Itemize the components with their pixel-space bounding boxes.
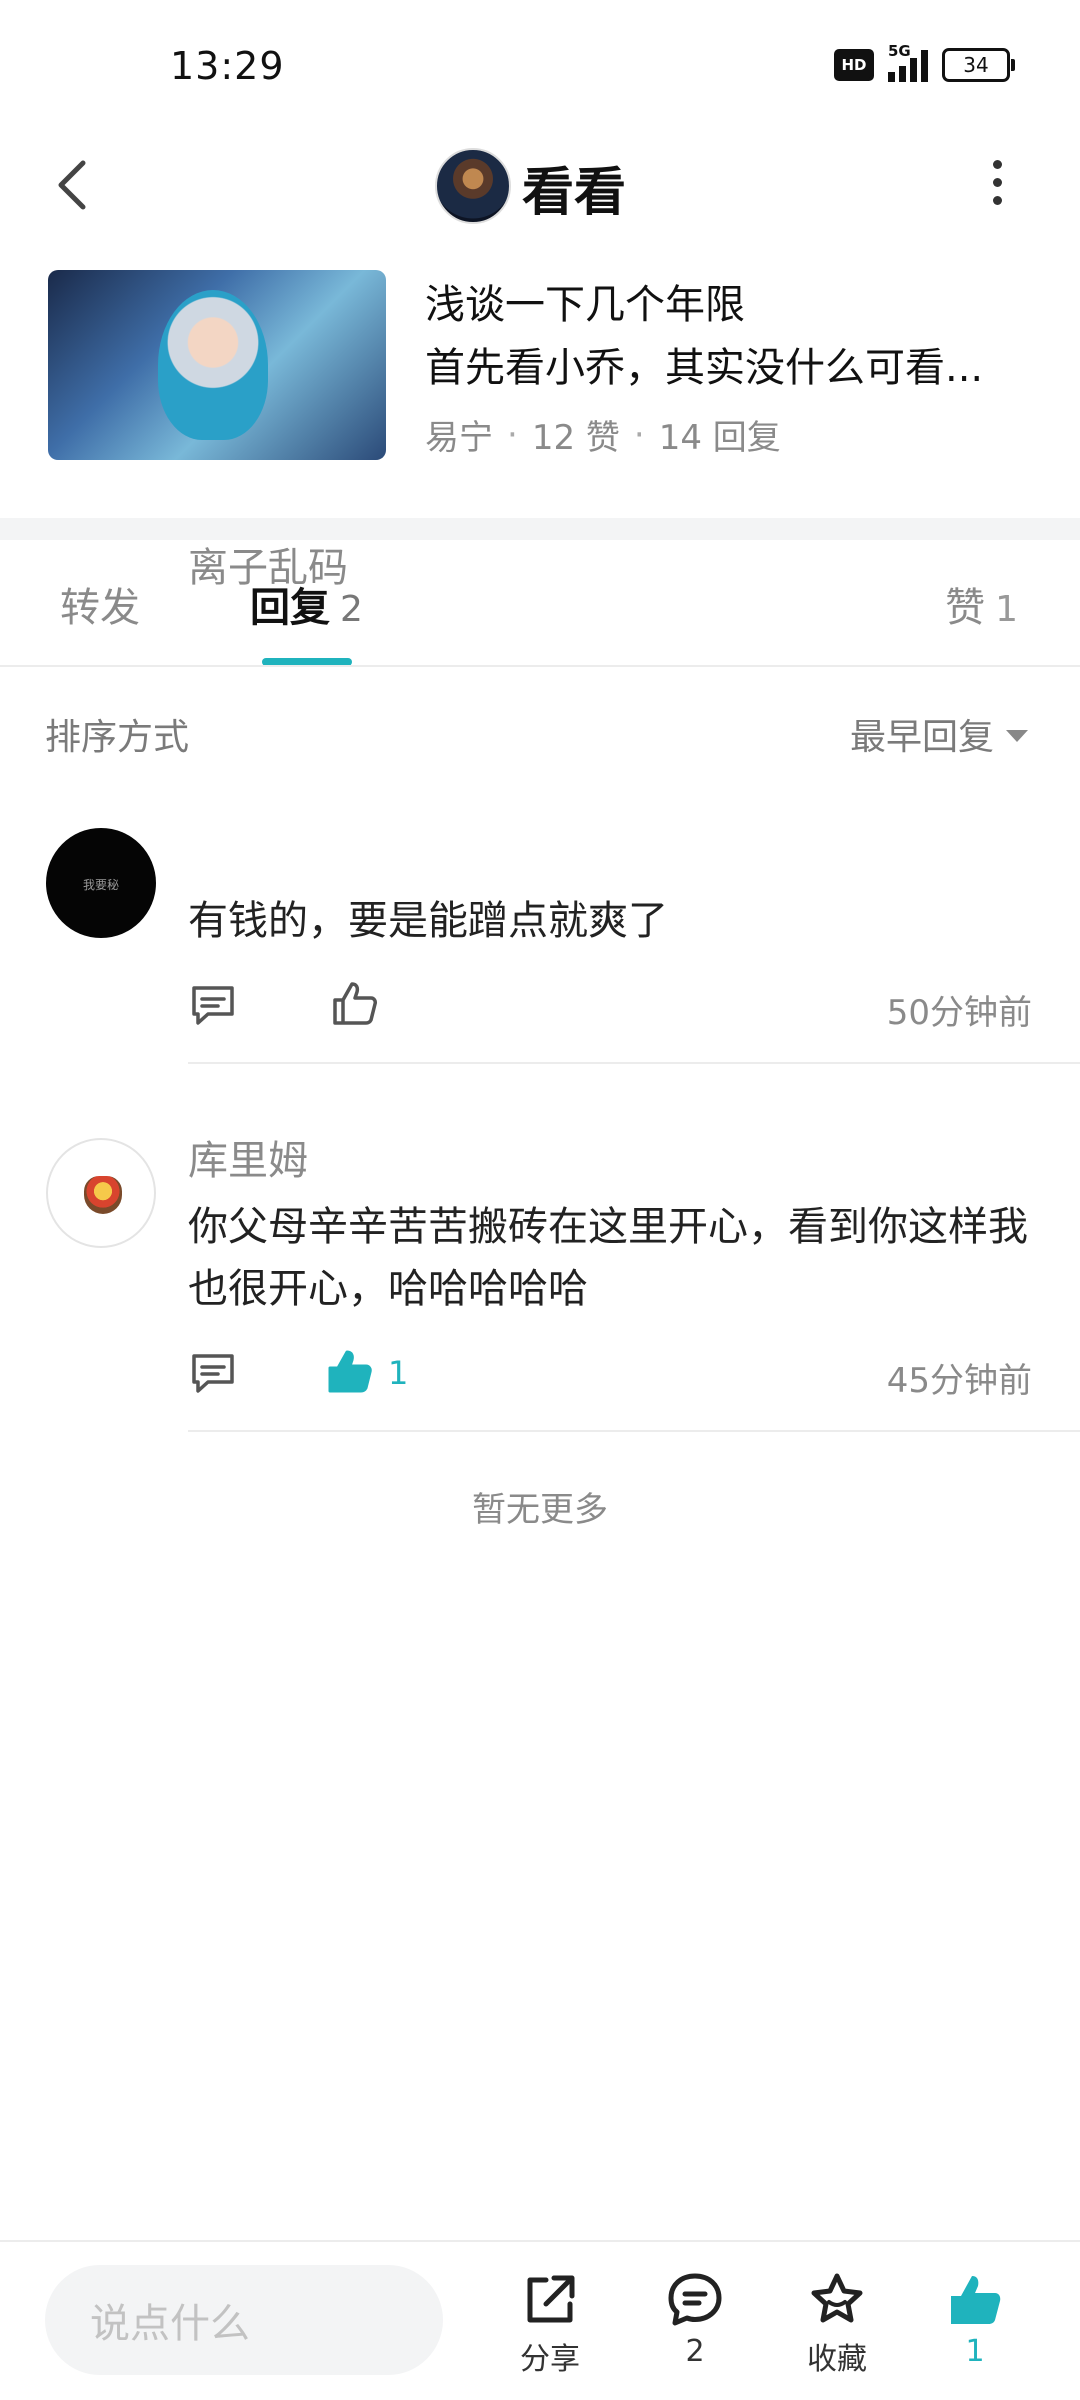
thumbs-up-icon bbox=[328, 1350, 372, 1393]
hd-icon: HD bbox=[834, 49, 874, 81]
sort-value: 最早回复 bbox=[849, 717, 994, 758]
avatar[interactable] bbox=[46, 1138, 156, 1248]
avatar[interactable]: 我要秘 bbox=[46, 828, 156, 938]
thumbs-up-icon bbox=[333, 982, 377, 1025]
comment-divider bbox=[188, 1430, 1080, 1432]
favorite-button[interactable]: 收藏 bbox=[782, 2270, 892, 2378]
post-thumbnail[interactable] bbox=[48, 270, 386, 460]
comments-count: 2 bbox=[685, 2334, 705, 2369]
sort-dropdown[interactable]: 最早回复 bbox=[850, 708, 1028, 760]
no-more-text: 暂无更多 bbox=[472, 1490, 608, 1530]
comment-author[interactable]: 离子乱码 bbox=[188, 535, 348, 593]
status-icons: HD 5G 34 bbox=[834, 42, 1015, 82]
tab-like-count: 1 bbox=[995, 589, 1018, 630]
post-replies: 14 回复 bbox=[658, 418, 781, 458]
signal-icon: 5G bbox=[888, 42, 928, 82]
comment-text: 有钱的，要是能蹭点就爽了 bbox=[188, 898, 668, 944]
section-divider bbox=[0, 518, 1080, 540]
network-type: 5G bbox=[888, 42, 911, 60]
favorite-label: 收藏 bbox=[807, 2342, 867, 2377]
battery-icon: 34 bbox=[942, 48, 1015, 82]
comment-time: 50分钟前 bbox=[886, 993, 1032, 1033]
comment-like-count: 1 bbox=[388, 1354, 409, 1392]
reply-button[interactable] bbox=[188, 1348, 238, 1398]
post-title[interactable]: 浅谈一下几个年限 bbox=[425, 272, 745, 330]
comment-divider bbox=[188, 1062, 1080, 1064]
tab-like[interactable]: 赞1 bbox=[945, 575, 1018, 633]
meta-separator: · bbox=[507, 414, 518, 455]
page-title: 看看 bbox=[522, 163, 627, 223]
post-like-button[interactable]: 1 bbox=[920, 2270, 1030, 2369]
group-avatar[interactable] bbox=[435, 148, 511, 224]
comment-text: 你父母辛辛苦苦搬砖在这里开心，看到你这样我也很开心，哈哈哈哈哈 bbox=[188, 1204, 1028, 1312]
tab-forward[interactable]: 转发 bbox=[60, 575, 140, 633]
share-button[interactable]: 分享 bbox=[495, 2270, 605, 2378]
tab-like-label: 赞 bbox=[945, 585, 986, 631]
tab-reply-count: 2 bbox=[340, 589, 363, 630]
status-time: 13:29 bbox=[170, 44, 285, 88]
comment-input[interactable]: 说点什么 bbox=[45, 2265, 443, 2375]
more-button[interactable] bbox=[985, 160, 1009, 210]
reply-button[interactable] bbox=[188, 980, 238, 1030]
post-author: 易宁 bbox=[425, 418, 493, 458]
comment-author[interactable]: 库里姆 bbox=[188, 1128, 308, 1186]
star-icon bbox=[811, 2273, 863, 2323]
caret-down-icon bbox=[1006, 730, 1028, 742]
tabs-divider bbox=[0, 665, 1080, 667]
back-button[interactable] bbox=[45, 155, 105, 215]
meta-separator: · bbox=[633, 414, 645, 455]
post-like-count: 1 bbox=[965, 2334, 985, 2369]
comment-input-placeholder: 说点什么 bbox=[90, 2301, 250, 2347]
thumbs-up-icon bbox=[951, 2276, 1001, 2324]
post-likes: 12 赞 bbox=[531, 418, 620, 458]
back-chevron-icon bbox=[58, 160, 86, 210]
post-meta: 易宁 · 12 赞 · 14 回复 bbox=[425, 410, 781, 459]
more-vertical-icon bbox=[985, 160, 1009, 205]
share-icon bbox=[527, 2275, 575, 2323]
post-excerpt[interactable]: 首先看小乔，其实没什么可看... bbox=[425, 335, 983, 393]
comment-icon bbox=[192, 986, 234, 1025]
share-label: 分享 bbox=[520, 2342, 580, 2377]
comments-button[interactable]: 2 bbox=[640, 2270, 750, 2369]
battery-level: 34 bbox=[963, 53, 989, 77]
sort-label: 排序方式 bbox=[45, 717, 190, 758]
bottom-bar-divider bbox=[0, 2240, 1080, 2242]
chat-bubble-icon bbox=[668, 2273, 722, 2326]
comment-icon bbox=[192, 1354, 234, 1393]
like-button[interactable] bbox=[330, 978, 380, 1028]
like-button-active[interactable] bbox=[325, 1346, 375, 1396]
comment-time: 45分钟前 bbox=[886, 1361, 1032, 1401]
